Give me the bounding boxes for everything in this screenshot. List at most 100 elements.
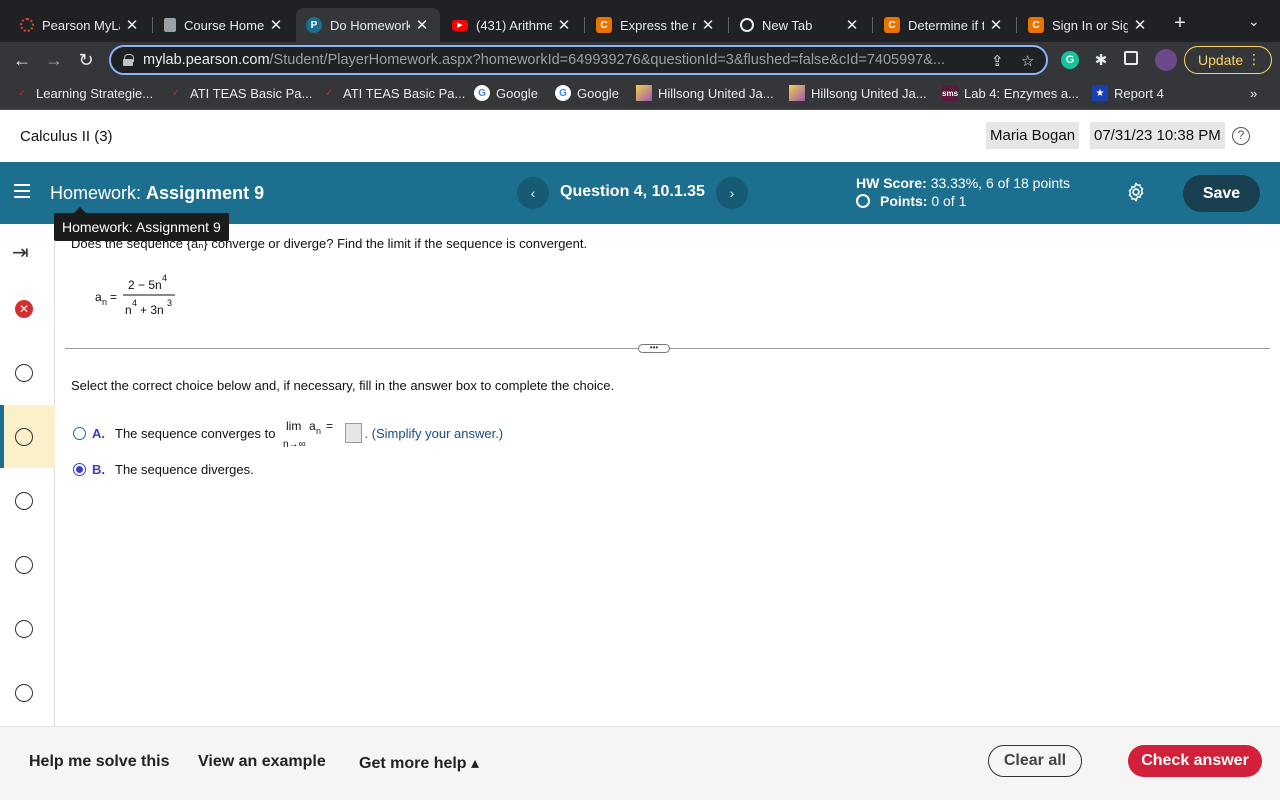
choice-letter: A.	[92, 425, 105, 441]
new-tab-icon[interactable]: +	[1170, 12, 1190, 35]
bookmark-item[interactable]: ✓ ATI TEAS Basic Pa...	[168, 85, 313, 101]
tab-title: Sign In or Sign	[1052, 17, 1128, 33]
close-icon[interactable]: ✕	[268, 16, 284, 34]
lock-icon	[123, 54, 134, 66]
tab-determine-if[interactable]: C Determine if t ✕	[874, 8, 1014, 42]
ati-icon: ✓	[17, 87, 27, 99]
tab-title: New Tab	[762, 17, 813, 33]
svg-text:2 − 5n: 2 − 5n	[128, 278, 162, 292]
bookmark-item[interactable]: G Google	[555, 85, 619, 101]
resize-handle-icon[interactable]: •••	[638, 344, 670, 353]
share-icon[interactable]: ⇪	[991, 52, 1004, 70]
svg-text:a: a	[309, 419, 316, 433]
hamburger-menu-icon[interactable]	[14, 184, 30, 198]
get-more-help-link[interactable]: Get more help ▴	[359, 753, 479, 773]
question-status-icon[interactable]	[15, 620, 33, 638]
question-status-icon[interactable]	[15, 684, 33, 702]
tab-youtube[interactable]: ▶ (431) Arithme ✕	[442, 8, 582, 42]
close-icon[interactable]: ✕	[988, 16, 1004, 34]
address-bar[interactable]: mylab.pearson.com/Student/PlayerHomework…	[109, 45, 1048, 75]
chevron-down-icon[interactable]: ⌄	[1248, 13, 1260, 30]
forward-arrow-icon[interactable]: →	[42, 48, 66, 72]
close-icon[interactable]: ✕	[1132, 16, 1148, 34]
help-icon[interactable]: ?	[1232, 127, 1250, 145]
tab-sign-in[interactable]: C Sign In or Sign ✕	[1018, 8, 1158, 42]
close-icon[interactable]: ✕	[700, 16, 716, 34]
back-arrow-icon[interactable]: ←	[10, 48, 34, 72]
question-status-icon[interactable]	[15, 492, 33, 510]
bookmark-item[interactable]: sms Lab 4: Enzymes a...	[942, 85, 1079, 101]
svg-text:n: n	[125, 303, 132, 317]
radio-choice-a[interactable]	[73, 426, 86, 440]
previous-question-button[interactable]: ‹	[517, 177, 549, 209]
save-button[interactable]: Save	[1183, 175, 1260, 212]
tab-course-home[interactable]: Course Home ✕	[154, 8, 294, 42]
bookmark-item[interactable]: ★ Report 4	[1092, 85, 1164, 101]
bookmarks-bar: ✓ Learning Strategie... ✓ ATI TEAS Basic…	[0, 78, 1280, 110]
bookmark-item[interactable]: Hillsong United Ja...	[636, 85, 774, 101]
question-status-icon[interactable]	[15, 364, 33, 382]
tab-do-homework[interactable]: P Do Homework ✕	[296, 8, 440, 42]
grammarly-icon[interactable]: G	[1061, 51, 1079, 69]
tab-title: Do Homework	[330, 17, 410, 33]
gear-icon[interactable]	[1125, 181, 1147, 203]
answer-input[interactable]	[345, 423, 363, 443]
choice-letter: B.	[92, 462, 105, 477]
close-icon[interactable]: ✕	[844, 16, 860, 34]
close-icon[interactable]: ✕	[124, 16, 140, 34]
url-text: mylab.pearson.com/Student/PlayerHomework…	[143, 52, 946, 68]
document-icon	[164, 18, 176, 32]
bookmark-item[interactable]: ✓ ATI TEAS Basic Pa...	[321, 85, 466, 101]
clear-all-button[interactable]: Clear all	[988, 745, 1082, 777]
radio-choice-b[interactable]	[73, 463, 86, 476]
hillsong-icon	[789, 85, 805, 101]
svg-text:a: a	[95, 290, 102, 304]
bookmarks-overflow-icon[interactable]: »	[1250, 86, 1257, 101]
hw-score: HW Score: 33.33%, 6 of 18 points	[856, 175, 1071, 191]
close-icon[interactable]: ✕	[556, 16, 572, 34]
simplify-hint: . (Simplify your answer.)	[364, 425, 504, 441]
bookmark-item[interactable]: G Google	[474, 85, 538, 101]
question-status-icon[interactable]	[15, 428, 33, 446]
points: Points: 0 of 1	[856, 193, 966, 209]
tab-express-the[interactable]: C Express the re ✕	[586, 8, 726, 42]
tab-separator	[1016, 17, 1017, 33]
chrome-icon	[740, 18, 754, 32]
choice-b[interactable]: B. The sequence diverges.	[73, 462, 254, 477]
close-icon[interactable]: ✕	[414, 16, 430, 34]
help-me-solve-link[interactable]: Help me solve this	[29, 753, 170, 771]
avatar[interactable]	[1155, 49, 1177, 71]
question-label: Question 4, 10.1.35	[560, 183, 705, 200]
side-panel-icon[interactable]	[1124, 51, 1138, 65]
update-button[interactable]: Update ⋮	[1184, 46, 1272, 74]
course-title: Calculus II (3)	[20, 128, 113, 145]
tab-separator	[584, 17, 585, 33]
pearson-spinner-icon	[20, 18, 34, 32]
google-icon: G	[474, 85, 490, 101]
expand-panel-icon[interactable]: ⇥	[12, 240, 29, 265]
incorrect-icon[interactable]: ✕	[15, 300, 33, 318]
tab-title: Determine if t	[908, 17, 984, 33]
tab-separator	[728, 17, 729, 33]
question-status-icon[interactable]	[15, 556, 33, 574]
homework-title[interactable]: Homework: Assignment 9	[50, 183, 264, 204]
choice-a[interactable]: A. The sequence converges to lim n→∞ a n…	[73, 416, 503, 450]
puzzle-extensions-icon[interactable]: ✱	[1092, 51, 1110, 69]
bookmark-item[interactable]: ✓ Learning Strategie...	[14, 85, 153, 101]
menu-dots-icon[interactable]: ⋮	[1247, 51, 1261, 68]
tab-pearson-mylab[interactable]: Pearson MyLa ✕	[10, 8, 150, 42]
bookmark-item[interactable]: Hillsong United Ja...	[789, 85, 927, 101]
svg-text:=: =	[110, 290, 117, 304]
choice-a-text: The sequence converges to	[115, 425, 276, 441]
next-question-button[interactable]: ›	[716, 177, 748, 209]
limit-expression: lim n→∞ a n =	[283, 419, 333, 450]
question-content: Does the sequence {aₙ} converge or diver…	[55, 224, 1280, 726]
tab-new-tab[interactable]: New Tab ✕	[730, 8, 870, 42]
view-example-link[interactable]: View an example	[198, 753, 326, 771]
browser-tab-bar: Pearson MyLa ✕ Course Home ✕ P Do Homewo…	[0, 0, 1280, 42]
pearson-p-icon: P	[306, 17, 322, 33]
date-time: 07/31/23 10:38 PM	[1090, 122, 1225, 149]
star-icon[interactable]: ☆	[1021, 52, 1034, 70]
check-answer-button[interactable]: Check answer	[1128, 745, 1262, 777]
reload-icon[interactable]: ↻	[74, 48, 98, 72]
